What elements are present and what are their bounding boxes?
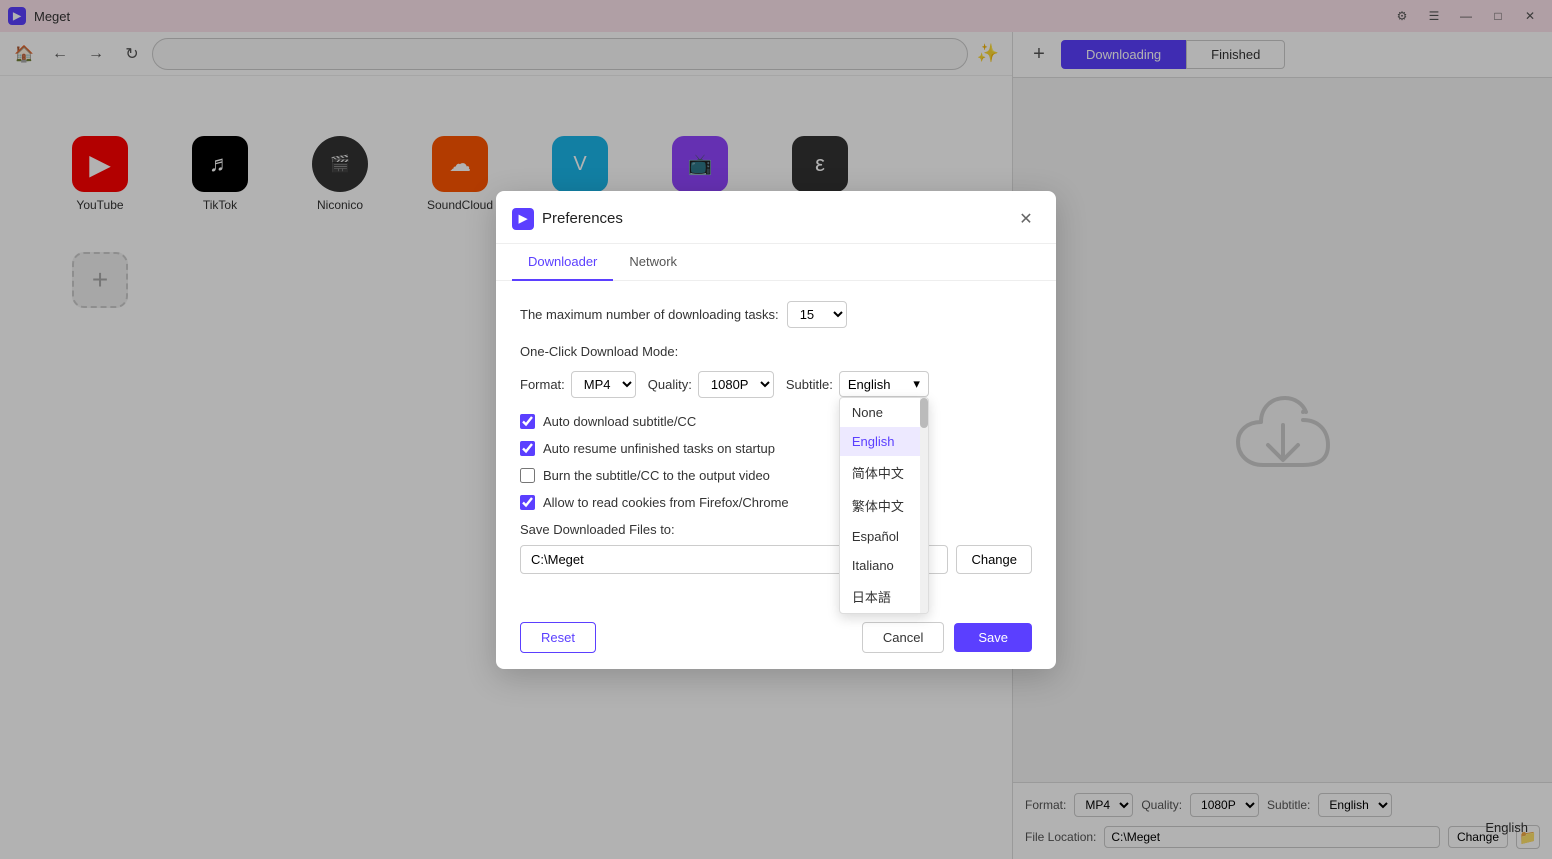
scrollbar-thumb — [920, 398, 928, 428]
subtitle-option-espanol[interactable]: Español — [840, 522, 928, 551]
subtitle-dropdown-menu: None English 简体中文 繁体中文 Español Italiano … — [839, 397, 929, 614]
reset-button[interactable]: Reset — [520, 622, 596, 653]
auto-subtitle-label: Auto download subtitle/CC — [543, 414, 696, 429]
save-location-input-row: Change — [520, 545, 1032, 574]
preferences-dialog: ▶ Preferences ✕ Downloader Network The m… — [496, 191, 1056, 669]
checkbox-allow-cookies: Allow to read cookies from Firefox/Chrom… — [520, 495, 1032, 510]
subtitle-selected-value: English — [848, 377, 891, 392]
checkbox-burn-subtitle: Burn the subtitle/CC to the output video — [520, 468, 1032, 483]
pref-quality-select[interactable]: 1080P — [698, 371, 774, 398]
checkbox-auto-resume: Auto resume unfinished tasks on startup — [520, 441, 1032, 456]
subtitle-option-japanese[interactable]: 日本語 — [840, 580, 928, 613]
pref-format-select[interactable]: MP4 — [571, 371, 636, 398]
pref-tabs: Downloader Network — [496, 244, 1056, 281]
allow-cookies-label: Allow to read cookies from Firefox/Chrom… — [543, 495, 789, 510]
burn-subtitle-checkbox[interactable] — [520, 468, 535, 483]
chevron-down-icon: ▾ — [913, 376, 920, 392]
auto-resume-checkbox[interactable] — [520, 441, 535, 456]
pref-title: Preferences — [542, 210, 623, 227]
dropdown-scrollbar[interactable] — [920, 398, 928, 613]
auto-resume-label: Auto resume unfinished tasks on startup — [543, 441, 775, 456]
pref-footer: Reset Cancel Save — [496, 610, 1056, 669]
save-button[interactable]: Save — [954, 623, 1032, 652]
checkbox-auto-subtitle: Auto download subtitle/CC — [520, 414, 1032, 429]
burn-subtitle-label: Burn the subtitle/CC to the output video — [543, 468, 770, 483]
quality-group: Quality: 1080P — [648, 371, 774, 398]
cancel-button[interactable]: Cancel — [862, 622, 944, 653]
pref-quality-label: Quality: — [648, 377, 692, 392]
format-quality-row: Format: MP4 Quality: 1080P Subtitle: E — [520, 371, 1032, 398]
subtitle-dropdown-wrapper: English ▾ None English 简体中文 繁体中文 Español — [839, 371, 929, 397]
pref-subtitle-label: Subtitle: — [786, 377, 833, 392]
save-location-row: Save Downloaded Files to: Change — [520, 522, 1032, 574]
allow-cookies-checkbox[interactable] — [520, 495, 535, 510]
pref-header-left: ▶ Preferences — [512, 208, 623, 230]
save-location-label: Save Downloaded Files to: — [520, 522, 1032, 537]
subtitle-dropdown-trigger[interactable]: English ▾ — [839, 371, 929, 397]
max-tasks-select[interactable]: 15 — [787, 301, 847, 328]
modal-overlay: ▶ Preferences ✕ Downloader Network The m… — [0, 0, 1552, 859]
subtitle-option-italiano[interactable]: Italiano — [840, 551, 928, 580]
save-path-change-button[interactable]: Change — [956, 545, 1032, 574]
subtitle-option-schinese[interactable]: 简体中文 — [840, 456, 928, 489]
subtitle-group: Subtitle: English ▾ None English 简体中文 — [786, 371, 929, 397]
pref-header: ▶ Preferences ✕ — [496, 191, 1056, 244]
tab-network[interactable]: Network — [613, 244, 693, 281]
tab-downloader[interactable]: Downloader — [512, 244, 613, 281]
format-group: Format: MP4 — [520, 371, 636, 398]
pref-close-button[interactable]: ✕ — [1012, 205, 1040, 233]
max-tasks-row: The maximum number of downloading tasks:… — [520, 301, 1032, 328]
pref-logo: ▶ — [512, 208, 534, 230]
one-click-label: One-Click Download Mode: — [520, 344, 1032, 359]
auto-subtitle-checkbox[interactable] — [520, 414, 535, 429]
subtitle-option-english[interactable]: English — [840, 427, 928, 456]
pref-format-label: Format: — [520, 377, 565, 392]
max-tasks-label: The maximum number of downloading tasks: — [520, 307, 779, 322]
subtitle-option-tchinese[interactable]: 繁体中文 — [840, 489, 928, 522]
pref-body: The maximum number of downloading tasks:… — [496, 281, 1056, 610]
subtitle-option-none[interactable]: None — [840, 398, 928, 427]
